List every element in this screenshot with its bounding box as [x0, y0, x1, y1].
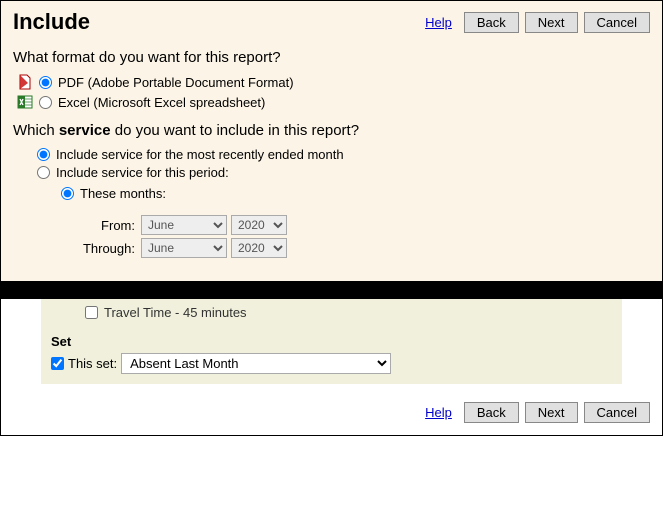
excel-radio[interactable]	[39, 96, 52, 109]
set-row: This set: Absent Last Month	[51, 353, 612, 374]
through-label: Through:	[65, 241, 135, 256]
through-year-select[interactable]: 2020	[231, 238, 287, 258]
next-button-top[interactable]: Next	[525, 12, 578, 33]
recent-month-label: Include service for the most recently en…	[56, 147, 344, 162]
topbar: Include Help Back Next Cancel	[13, 9, 650, 35]
travel-time-checkbox[interactable]	[85, 306, 98, 319]
back-button-top[interactable]: Back	[464, 12, 519, 33]
help-link-top[interactable]: Help	[425, 15, 452, 30]
next-button-bottom[interactable]: Next	[525, 402, 578, 423]
period-label: Include service for this period:	[56, 165, 229, 180]
service-question: Which service do you want to include in …	[13, 122, 650, 139]
service-option-period: Include service for this period:	[37, 165, 650, 180]
travel-time-label: Travel Time - 45 minutes	[104, 305, 247, 320]
bottom-wrap: Travel Time - 45 minutes Set This set: A…	[0, 299, 663, 436]
pdf-label: PDF (Adobe Portable Document Format)	[58, 75, 294, 90]
panel-divider	[0, 281, 663, 299]
these-months-radio[interactable]	[61, 187, 74, 200]
help-link-bottom[interactable]: Help	[425, 405, 452, 420]
excel-icon	[17, 94, 33, 110]
service-q-bold: service	[59, 122, 111, 139]
set-heading: Set	[51, 334, 612, 349]
from-year-select[interactable]: 2020	[231, 215, 287, 235]
footer: Help Back Next Cancel	[1, 394, 662, 435]
through-row: Through: June 2020	[65, 238, 650, 258]
these-months-label: These months:	[80, 186, 166, 201]
these-months-row: These months:	[61, 186, 650, 201]
service-q-post: do you want to include in this report?	[111, 122, 359, 139]
from-label: From:	[65, 218, 135, 233]
from-row: From: June 2020	[65, 215, 650, 235]
through-month-select[interactable]: June	[141, 238, 227, 258]
bottom-buttons: Help Back Next Cancel	[13, 402, 650, 423]
cancel-button-bottom[interactable]: Cancel	[584, 402, 650, 423]
format-option-excel: Excel (Microsoft Excel spreadsheet)	[17, 94, 650, 110]
top-buttons: Help Back Next Cancel	[425, 12, 650, 33]
service-options: Include service for the most recently en…	[37, 147, 650, 258]
from-month-select[interactable]: June	[141, 215, 227, 235]
date-block: From: June 2020 Through: June 2020	[65, 215, 650, 258]
excel-label: Excel (Microsoft Excel spreadsheet)	[58, 95, 265, 110]
page-title: Include	[13, 9, 90, 35]
period-radio[interactable]	[37, 166, 50, 179]
recent-month-radio[interactable]	[37, 148, 50, 161]
format-option-pdf: PDF (Adobe Portable Document Format)	[17, 74, 650, 90]
this-set-checkbox[interactable]	[51, 357, 64, 370]
cancel-button-top[interactable]: Cancel	[584, 12, 650, 33]
top-panel: Include Help Back Next Cancel What forma…	[0, 0, 663, 281]
pdf-radio[interactable]	[39, 76, 52, 89]
service-option-recent: Include service for the most recently en…	[37, 147, 650, 162]
travel-time-row: Travel Time - 45 minutes	[85, 305, 612, 320]
pdf-icon	[17, 74, 33, 90]
format-question: What format do you want for this report?	[13, 49, 650, 66]
bottom-panel: Travel Time - 45 minutes Set This set: A…	[41, 299, 622, 384]
this-set-label: This set:	[68, 356, 117, 371]
service-q-pre: Which	[13, 122, 59, 139]
this-set-select[interactable]: Absent Last Month	[121, 353, 391, 374]
back-button-bottom[interactable]: Back	[464, 402, 519, 423]
